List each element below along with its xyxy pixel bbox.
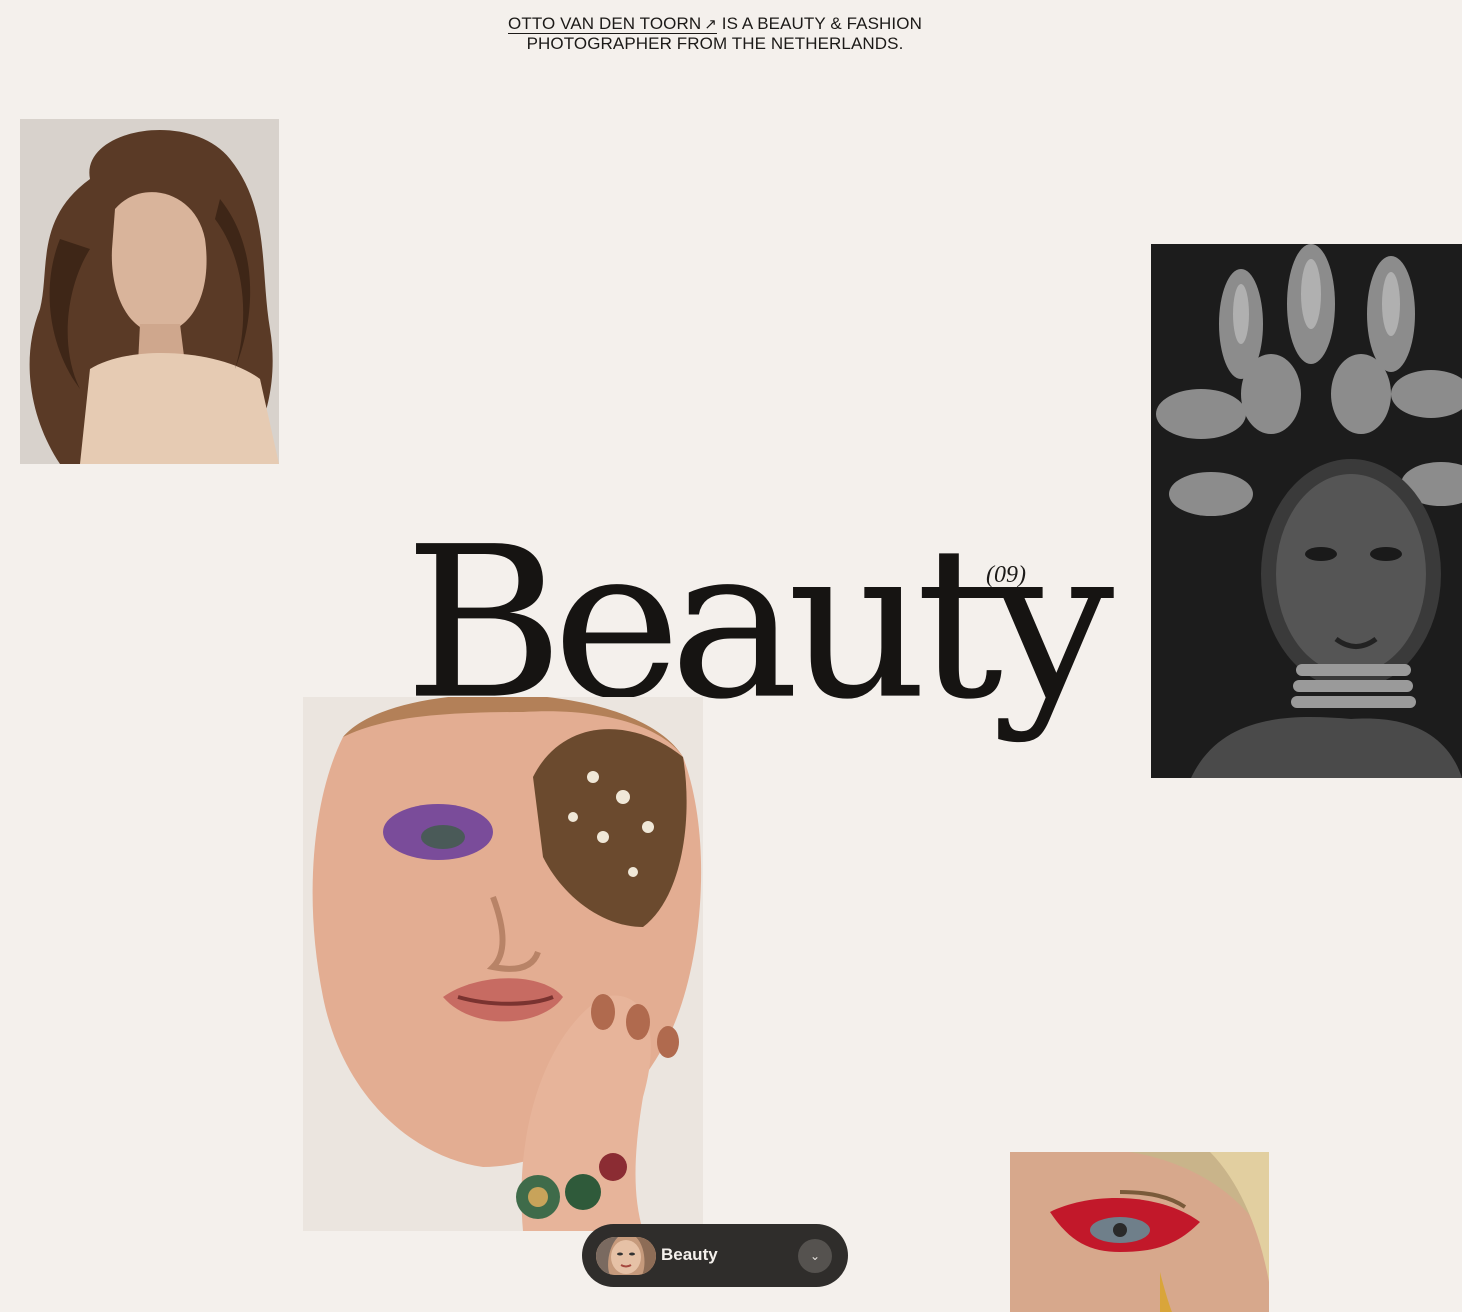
category-thumbnail	[596, 1237, 656, 1275]
category-switcher[interactable]: Beauty ⌄	[582, 1224, 848, 1287]
gallery-photo-silver-hair[interactable]	[1151, 244, 1462, 778]
tagline: OTTO VAN DEN TOORN ↗ IS A BEAUTY & FASHIO…	[0, 14, 1430, 53]
tagline-text-line1: IS A BEAUTY & FASHION	[721, 14, 922, 33]
photographer-name[interactable]: OTTO VAN DEN TOORN	[508, 14, 701, 33]
butterfly-eye-image	[303, 697, 703, 1231]
brown-hair-image	[20, 119, 279, 464]
gallery-photo-butterfly[interactable]	[303, 697, 703, 1231]
photographer-link[interactable]: OTTO VAN DEN TOORN ↗	[508, 14, 717, 34]
arrow-up-right-icon[interactable]: ↗	[704, 15, 717, 34]
category-count: (09)	[986, 562, 1026, 588]
gallery-photo-red-eye[interactable]	[1010, 1152, 1269, 1312]
category-switcher-label[interactable]: Beauty	[661, 1245, 718, 1265]
gallery-photo-brown-hair[interactable]	[20, 119, 279, 464]
silver-hair-image	[1151, 244, 1462, 778]
tagline-text-line2: PHOTOGRAPHER FROM THE NETHERLANDS.	[526, 34, 904, 53]
red-eye-image	[1010, 1152, 1269, 1312]
thumbnail-image	[596, 1237, 656, 1275]
chevron-down-icon[interactable]: ⌄	[798, 1239, 832, 1273]
